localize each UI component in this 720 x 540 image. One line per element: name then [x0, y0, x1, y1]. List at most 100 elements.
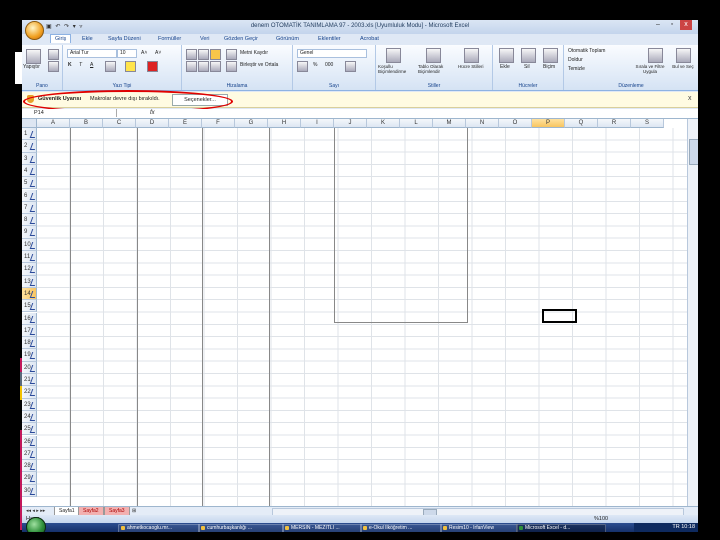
bold-button[interactable]: K [68, 62, 72, 68]
thousands-button[interactable]: 000 [325, 62, 333, 68]
taskbar-item-excel[interactable]: Microsoft Excel - d... [516, 524, 606, 532]
insert-cells-icon[interactable] [499, 48, 514, 63]
fill-button[interactable]: Doldur [568, 57, 583, 63]
column-header-c[interactable]: C [103, 119, 136, 128]
fill-color-icon[interactable] [125, 61, 136, 72]
select-all-corner[interactable] [22, 119, 37, 128]
font-color-icon[interactable] [147, 61, 158, 72]
column-header-j[interactable]: J [334, 119, 367, 128]
row-header-24[interactable]: 24 [22, 410, 38, 424]
taskbar-item-2[interactable]: cumhurbaşkanlığı ... [198, 524, 284, 532]
find-select-icon[interactable] [676, 48, 691, 63]
row-header-23[interactable]: 23 [22, 398, 38, 411]
column-header-f[interactable]: F [202, 119, 235, 128]
column-header-m[interactable]: M [433, 119, 466, 128]
align-left-icon[interactable] [186, 61, 197, 72]
clear-button[interactable]: Temizle [568, 66, 585, 72]
minimize-button[interactable]: – [652, 20, 664, 30]
cell-styles-icon[interactable] [464, 48, 479, 63]
fx-icon[interactable]: fx [150, 109, 155, 117]
shrink-font-button[interactable]: A˅ [155, 50, 161, 56]
align-middle-icon[interactable] [198, 49, 209, 60]
column-header-p[interactable]: P [532, 119, 565, 128]
column-header-o[interactable]: O [499, 119, 532, 128]
underline-button[interactable]: A [90, 62, 93, 68]
row-header-1[interactable]: 1 [22, 128, 38, 141]
cut-icon[interactable] [48, 49, 59, 60]
column-header-g[interactable]: G [235, 119, 268, 128]
merge-center-button[interactable]: Birleştir ve Ortala [240, 62, 278, 68]
autosum-button[interactable]: Otomatik Toplam [568, 48, 605, 54]
orientation-icon[interactable] [226, 49, 237, 60]
column-header-b[interactable]: B [70, 119, 103, 128]
row-header-8[interactable]: 8 [22, 214, 38, 227]
row-header-26[interactable]: 26 [22, 435, 38, 448]
column-header-s[interactable]: S [631, 119, 664, 128]
row-header-3[interactable]: 3 [22, 152, 38, 165]
column-header-h[interactable]: H [268, 119, 301, 128]
language-indicator[interactable]: TR [672, 524, 679, 530]
column-header-l[interactable]: L [400, 119, 433, 128]
sheet-nav-buttons[interactable]: ◂◂ ◂ ▸ ▸▸ [26, 508, 45, 514]
row-header-18[interactable]: 18 [22, 337, 38, 350]
taskbar-item-1[interactable]: ahmetkocaoglu.mr... [118, 524, 200, 532]
grow-font-button[interactable]: A˄ [141, 50, 147, 56]
tab-review[interactable]: Gözden Geçir [224, 36, 258, 42]
row-header-22[interactable]: 22 [22, 386, 38, 399]
vertical-scrollbar[interactable] [687, 119, 698, 506]
row-header-11[interactable]: 11 [22, 251, 38, 264]
tab-view[interactable]: Görünüm [276, 36, 299, 42]
column-header-i[interactable]: I [301, 119, 334, 128]
tab-addins[interactable]: Eklentiler [318, 36, 341, 42]
row-header-16[interactable]: 16 [22, 312, 38, 325]
row-header-20[interactable]: 20 [22, 361, 38, 374]
start-button[interactable] [26, 517, 46, 532]
number-format-box[interactable]: Genel [297, 49, 367, 58]
format-cells-icon[interactable] [543, 48, 558, 63]
zoom-level[interactable]: %100 [594, 515, 608, 523]
column-header-q[interactable]: Q [565, 119, 598, 128]
increase-decimal-icon[interactable] [345, 61, 356, 72]
row-header-19[interactable]: 19 [22, 349, 38, 362]
tab-formulas[interactable]: Formüller [158, 36, 181, 42]
maximize-button[interactable]: ▫ [666, 20, 678, 30]
tab-home[interactable]: Giriş [50, 34, 72, 43]
row-header-7[interactable]: 7 [22, 201, 38, 215]
tab-insert[interactable]: Ekle [82, 36, 93, 42]
tab-acrobat[interactable]: Acrobat [360, 36, 379, 42]
row-header-14[interactable]: 14 [22, 287, 38, 301]
tab-page-layout[interactable]: Sayfa Düzeni [108, 36, 141, 42]
percent-button[interactable]: % [313, 62, 317, 68]
row-header-5[interactable]: 5 [22, 177, 38, 190]
row-header-21[interactable]: 21 [22, 374, 38, 387]
align-right-icon[interactable] [210, 61, 221, 72]
row-header-6[interactable]: 6 [22, 189, 38, 202]
column-header-n[interactable]: N [466, 119, 499, 128]
row-header-4[interactable]: 4 [22, 164, 38, 178]
vertical-scroll-thumb[interactable] [689, 139, 698, 165]
taskbar-item-5[interactable]: Resim10 - IrfanView [440, 524, 518, 532]
currency-icon[interactable] [297, 61, 308, 72]
copy-icon[interactable] [48, 61, 59, 72]
new-sheet-icon[interactable]: ⊞ [132, 508, 136, 514]
row-header-12[interactable]: 12 [22, 263, 38, 276]
indent-icon[interactable] [226, 61, 237, 72]
column-header-d[interactable]: D [136, 119, 169, 128]
wrap-text-button[interactable]: Metni Kaydır [240, 50, 268, 56]
security-bar-close-icon[interactable]: x [688, 95, 692, 102]
column-header-a[interactable]: A [37, 119, 70, 128]
delete-cells-icon[interactable] [521, 48, 536, 63]
format-table-icon[interactable] [426, 48, 441, 63]
tab-data[interactable]: Veri [200, 36, 209, 42]
row-header-29[interactable]: 29 [22, 472, 38, 485]
taskbar-item-4[interactable]: e-Okul İlköğretim ... [360, 524, 442, 532]
row-header-10[interactable]: 10 [22, 238, 38, 251]
align-top-icon[interactable] [186, 49, 197, 60]
borders-icon[interactable] [105, 61, 116, 72]
row-header-13[interactable]: 13 [22, 275, 38, 288]
column-header-e[interactable]: E [169, 119, 202, 128]
name-box[interactable]: P14 [30, 109, 117, 117]
row-header-27[interactable]: 27 [22, 447, 38, 461]
row-header-9[interactable]: 9 [22, 226, 38, 239]
row-header-15[interactable]: 15 [22, 300, 38, 313]
